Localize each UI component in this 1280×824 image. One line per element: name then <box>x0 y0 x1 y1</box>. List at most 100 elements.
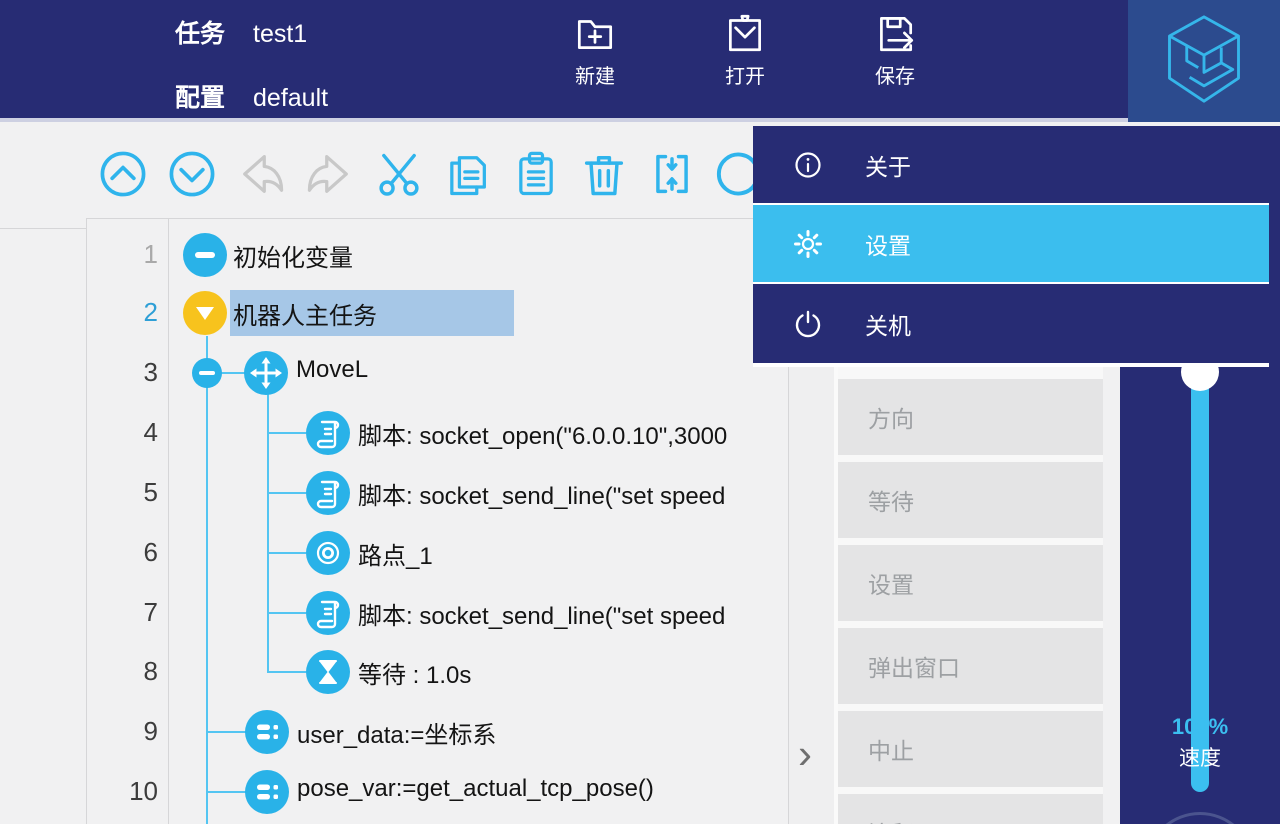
assign-node-icon[interactable] <box>245 770 289 814</box>
tree-row-label[interactable]: user_data:=坐标系 <box>297 715 496 750</box>
task-label: 任务 <box>175 20 225 48</box>
tree-connector <box>267 432 306 434</box>
tree-row-number: 4 <box>90 417 158 448</box>
tree-row-label[interactable]: 脚本: socket_open("6.0.0.10",3000 <box>358 416 727 451</box>
robot-teach-pendant-app: 任务test1 配置 default 新建 打开 <box>0 0 1280 824</box>
command-comment-button[interactable]: 注释 <box>838 794 1103 824</box>
open-task-caption: 打开 <box>690 60 800 89</box>
info-icon <box>793 150 823 180</box>
tree-connector <box>267 671 306 673</box>
tree-connector <box>267 552 306 554</box>
tree-row-label[interactable]: pose_var:=get_actual_tcp_pose() <box>297 775 654 803</box>
redo-button[interactable] <box>304 148 356 200</box>
command-label: 设置 <box>868 566 914 600</box>
tree-connector-movel <box>267 394 269 672</box>
delete-button[interactable] <box>578 148 630 200</box>
tree-row-selected[interactable]: 2 机器人主任务 <box>0 283 788 343</box>
save-task-button[interactable]: 保存 <box>840 10 950 89</box>
tree-row-label[interactable]: 路点_1 <box>358 536 433 571</box>
save-task-caption: 保存 <box>840 60 950 89</box>
brand-logo-button[interactable] <box>1128 0 1280 122</box>
task-row: 任务test1 <box>175 14 307 50</box>
command-label: 注释 <box>868 815 914 824</box>
wait-node-icon[interactable] <box>306 650 350 694</box>
open-task-button[interactable]: 打开 <box>690 10 800 89</box>
open-file-icon <box>690 10 800 56</box>
config-label: 配置 <box>175 84 225 112</box>
tree-row[interactable]: 9 user_data:=坐标系 <box>0 702 788 762</box>
speed-dial-button[interactable] <box>1145 812 1255 824</box>
command-set-button[interactable]: 设置 <box>838 545 1103 621</box>
waypoint-node-icon[interactable] <box>306 531 350 575</box>
tree-row-number: 1 <box>90 239 158 270</box>
script-node-icon[interactable] <box>306 591 350 635</box>
command-wait-button[interactable]: 等待 <box>838 462 1103 538</box>
expand-panel-chevron-icon[interactable]: › <box>798 733 812 775</box>
top-bar: 任务test1 配置 default 新建 打开 <box>0 0 1280 122</box>
move-node-icon[interactable] <box>244 351 288 395</box>
tree-row-number: 10 <box>90 776 158 807</box>
tree-connector <box>267 612 306 614</box>
config-row: 配置 default <box>175 78 328 114</box>
command-label: 中止 <box>868 732 914 766</box>
insert-button[interactable] <box>646 148 698 200</box>
copy-button[interactable] <box>441 148 493 200</box>
tree-row-number: 2 <box>90 297 158 328</box>
menu-item-about[interactable]: 关于 <box>753 126 1269 205</box>
tree-row[interactable]: 4 脚本: socket_open("6.0.0.10",3000 <box>0 403 788 463</box>
move-down-button[interactable] <box>166 148 218 200</box>
menu-item-label: 关于 <box>865 148 911 182</box>
tree-row[interactable]: 7 脚本: socket_send_line("set speed <box>0 583 788 643</box>
save-file-icon <box>840 10 950 56</box>
script-node-icon[interactable] <box>306 471 350 515</box>
collapse-toggle-icon[interactable] <box>192 358 222 388</box>
system-dropdown-menu: 关于 设置 关机 <box>753 126 1269 367</box>
tree-row-number: 9 <box>90 716 158 747</box>
tree-row-number: 7 <box>90 597 158 628</box>
assign-node-icon[interactable] <box>245 710 289 754</box>
command-popup-button[interactable]: 弹出窗口 <box>838 628 1103 704</box>
new-task-button[interactable]: 新建 <box>540 10 650 89</box>
tree-row-label[interactable]: 初始化变量 <box>233 238 353 273</box>
speed-percent: 100% <box>1120 714 1280 740</box>
command-direction-button[interactable]: 方向 <box>838 379 1103 455</box>
tree-connector <box>267 492 306 494</box>
tree-row[interactable]: 3 MoveL <box>0 343 788 403</box>
power-icon <box>793 309 823 339</box>
paste-button[interactable] <box>510 148 562 200</box>
tree-row-number: 3 <box>90 357 158 388</box>
tree-row[interactable]: 1 初始化变量 <box>0 225 788 285</box>
cut-button[interactable] <box>373 148 425 200</box>
tree-connector <box>206 791 246 793</box>
command-label: 弹出窗口 <box>868 649 960 683</box>
tree-row[interactable]: 10 pose_var:=get_actual_tcp_pose() <box>0 762 788 822</box>
program-tree: 1 初始化变量 2 机器人主任务 3 <box>0 218 788 824</box>
tree-row[interactable]: 6 路点_1 <box>0 523 788 583</box>
tree-connector-main <box>206 336 208 824</box>
move-up-button[interactable] <box>97 148 149 200</box>
menu-item-label: 设置 <box>865 227 911 261</box>
menu-item-settings[interactable]: 设置 <box>753 205 1269 284</box>
tree-row-label[interactable]: 机器人主任务 <box>233 296 377 331</box>
cube-logo-icon <box>1158 10 1250 113</box>
script-node-icon[interactable] <box>306 411 350 455</box>
expanded-node-icon[interactable] <box>183 291 227 335</box>
menu-item-label: 关机 <box>865 307 911 341</box>
command-halt-button[interactable]: 中止 <box>838 711 1103 787</box>
tree-connector <box>206 731 246 733</box>
tree-row[interactable]: 8 等待 : 1.0s <box>0 642 788 702</box>
tree-row-label[interactable]: MoveL <box>296 356 368 384</box>
command-label: 等待 <box>868 483 914 517</box>
tree-row[interactable]: 5 脚本: socket_send_line("set speed <box>0 463 788 523</box>
edit-toolbar <box>86 126 788 218</box>
undo-button[interactable] <box>235 148 287 200</box>
tree-row-label[interactable]: 脚本: socket_send_line("set speed <box>358 596 725 631</box>
tree-row-label[interactable]: 脚本: socket_send_line("set speed <box>358 476 725 511</box>
speed-label: 速度 <box>1120 742 1280 772</box>
gear-icon <box>793 229 823 259</box>
minus-node-icon[interactable] <box>183 233 227 277</box>
menu-item-shutdown[interactable]: 关机 <box>753 284 1269 363</box>
tree-row-label[interactable]: 等待 : 1.0s <box>358 655 471 690</box>
config-value: default <box>253 84 328 112</box>
command-label: 方向 <box>868 400 914 434</box>
